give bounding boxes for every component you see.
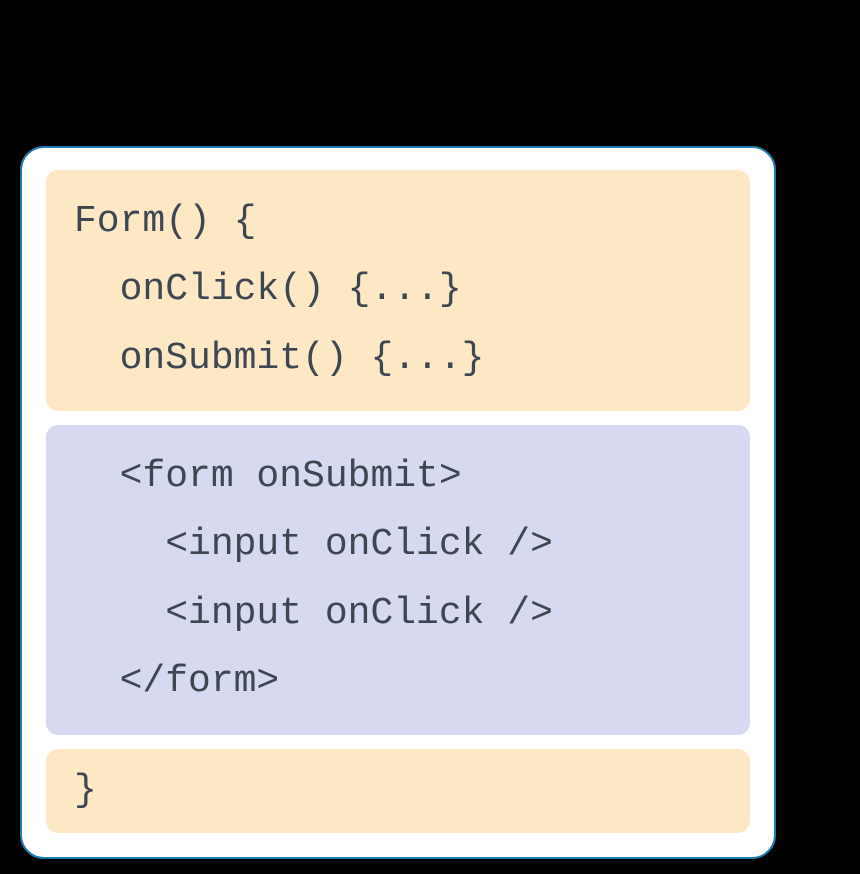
code-block-top: Form() { onClick() {...} onSubmit() {...… xyxy=(46,170,750,411)
code-block-middle: <form onSubmit> <input onClick /> <input… xyxy=(46,425,750,735)
code-block-bottom: } xyxy=(46,749,750,833)
code-card: Form() { onClick() {...} onSubmit() {...… xyxy=(20,146,776,859)
